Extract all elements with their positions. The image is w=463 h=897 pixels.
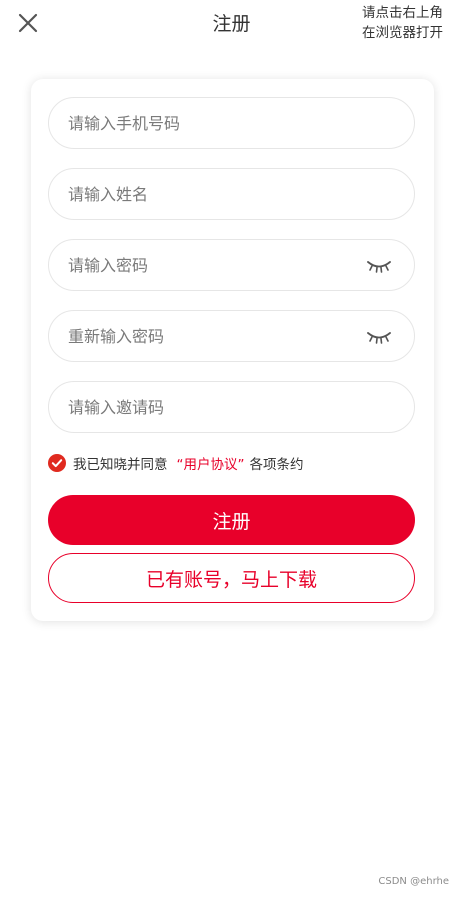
register-button[interactable]: 注册 — [48, 495, 415, 545]
eye-closed-icon[interactable] — [366, 329, 392, 345]
download-app-button[interactable]: 已有账号，马上下载 — [48, 553, 415, 603]
invite-code-input[interactable] — [68, 382, 358, 432]
watermark: CSDN @ehrhe — [378, 876, 449, 887]
password-field — [48, 239, 415, 291]
name-field — [48, 168, 415, 220]
header: 注册 请点击右上角 在浏览器打开 — [0, 0, 463, 50]
checked-circle-icon[interactable] — [48, 454, 66, 472]
invite-code-field — [48, 381, 415, 433]
user-agreement-link[interactable]: “用户协议” — [177, 453, 245, 473]
phone-field — [48, 97, 415, 149]
name-input[interactable] — [68, 169, 358, 219]
phone-input[interactable] — [68, 98, 358, 148]
hint-line-2: 在浏览器打开 — [362, 25, 443, 41]
hint-line-1: 请点击右上角 — [362, 5, 443, 21]
password-input[interactable] — [68, 240, 358, 290]
confirm-password-field — [48, 310, 415, 362]
register-form-card: 我已知晓并同意 “用户协议” 各项条约 注册 已有账号，马上下载 — [31, 79, 434, 621]
confirm-password-input[interactable] — [68, 311, 358, 361]
agreement-prefix: 我已知晓并同意 — [73, 457, 168, 473]
open-in-browser-hint: 请点击右上角 在浏览器打开 — [362, 3, 443, 43]
agreement-suffix: 各项条约 — [249, 457, 304, 473]
agreement-row: 我已知晓并同意 “用户协议” 各项条约 — [48, 452, 304, 474]
eye-closed-icon[interactable] — [366, 258, 392, 274]
